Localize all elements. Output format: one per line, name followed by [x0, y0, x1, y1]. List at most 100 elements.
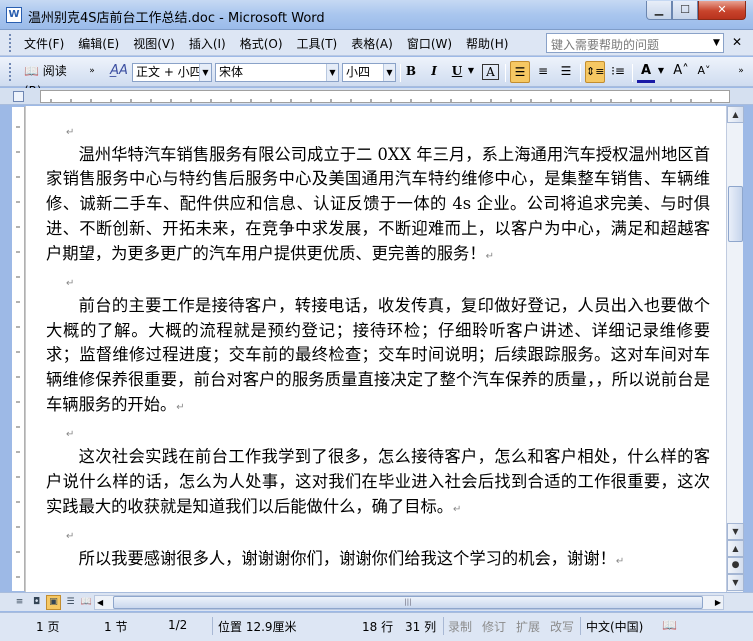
maximize-button[interactable]: ☐ — [672, 1, 698, 20]
status-extend[interactable]: 扩展 — [516, 618, 540, 635]
underline-button[interactable]: U — [449, 61, 465, 83]
empty-paragraph: ↵ — [46, 269, 710, 294]
help-search-input[interactable]: 键入需要帮助的问题 — [546, 33, 724, 53]
normal-view-icon[interactable]: ≡ — [12, 595, 27, 610]
paragraph-text: 这次社会实践在前台工作我学到了很多，怎么接待客户，怎么和客户相处，什么样的客户说… — [46, 447, 710, 516]
style-combo[interactable]: 正文 + 小四 ▼ — [132, 63, 212, 82]
empty-paragraph: ↵ — [46, 118, 710, 143]
bold-button[interactable]: B — [403, 61, 419, 83]
close-button[interactable]: ✕ — [698, 1, 746, 20]
status-language[interactable]: 中文(中国) — [586, 618, 643, 635]
paragraph-mark: ↵ — [66, 127, 75, 138]
browse-object-icon[interactable]: ● — [727, 557, 744, 574]
horizontal-scrollbar[interactable]: ◀ ||| ▶ — [94, 595, 724, 610]
paragraph-mark: ↵ — [66, 278, 75, 290]
status-divider — [212, 617, 213, 635]
scroll-up-icon[interactable]: ▲ — [727, 106, 744, 123]
menu-insert[interactable]: 插入(I) — [189, 35, 226, 52]
status-bar: 1 页 1 节 1/2 位置 12.9厘米 18 行 31 列 录制 修订 扩展… — [0, 612, 753, 641]
tab-selector-icon[interactable] — [13, 91, 24, 102]
paragraph-thanks[interactable]: 所以我要感谢很多人，谢谢谢你们，谢谢你们给我这个学习的机会，谢谢！↵ — [46, 547, 710, 575]
menubar-grip[interactable] — [9, 34, 13, 52]
scroll-down-icon[interactable]: ▼ — [727, 523, 744, 540]
paragraph-mark: ↵ — [66, 531, 75, 543]
vertical-ruler[interactable] — [12, 107, 25, 591]
menu-help[interactable]: 帮助(H) — [466, 35, 508, 52]
font-combo[interactable]: 宋体 ▼ — [215, 63, 339, 82]
menu-edit[interactable]: 编辑(E) — [78, 35, 119, 52]
shrink-font-button[interactable]: A˅ — [694, 61, 714, 83]
font-value: 宋体 — [219, 65, 244, 79]
line-spacing-button[interactable]: ⇕≡ — [585, 61, 605, 83]
print-view-icon[interactable]: ▣ — [46, 595, 61, 610]
empty-paragraph: ↵ — [46, 522, 710, 547]
status-page: 1 页 — [36, 620, 60, 634]
menu-view[interactable]: 视图(V) — [133, 35, 175, 52]
grow-font-icon: A˄ — [673, 63, 689, 78]
menu-file[interactable]: 文件(F) — [24, 35, 64, 52]
reading-view-icon[interactable]: 📖 — [79, 595, 94, 610]
menu-table[interactable]: 表格(A) — [351, 35, 393, 52]
status-overtype[interactable]: 改写 — [550, 618, 574, 635]
toolbar-options-icon[interactable]: » — [87, 61, 97, 83]
align-center-button[interactable]: ≡ — [533, 61, 553, 83]
menu-format[interactable]: 格式(O) — [240, 35, 283, 52]
reading-layout-button[interactable]: 📖 阅读(R) — [22, 61, 84, 98]
toolbar-grip[interactable] — [9, 63, 13, 81]
status-divider — [443, 617, 444, 635]
font-size-value: 小四 — [346, 65, 371, 79]
status-divider — [580, 617, 581, 635]
vertical-ruler-ticks — [16, 126, 20, 578]
justify-button[interactable]: ☰ — [510, 61, 530, 83]
chevron-down-icon[interactable]: ▼ — [326, 64, 338, 81]
status-track-changes[interactable]: 修订 — [482, 618, 506, 635]
help-dropdown-arrow-icon[interactable]: ▼ — [709, 33, 724, 53]
paragraph-front-desk-duties[interactable]: 前台的主要工作是接待客户，转接电话，收发传真，复印做好登记，人员出入也要做个大概… — [46, 294, 710, 421]
styles-pane-icon[interactable]: A̲A — [109, 61, 129, 83]
outline-view-icon[interactable]: ☰ — [63, 595, 78, 610]
style-value: 正文 + 小四 — [136, 65, 202, 79]
web-view-icon[interactable]: ◘ — [29, 595, 44, 610]
minimize-button[interactable]: ▁ — [646, 1, 672, 20]
horizontal-scroll-thumb[interactable]: ||| — [113, 596, 703, 609]
bullets-button[interactable]: ⁝≡ — [608, 61, 628, 83]
paragraph-company-intro[interactable]: 温州华特汽车销售服务有限公司成立于二 0XX 年三月，系上海通用汽车授权温州地区… — [46, 143, 710, 270]
font-color-dropdown-icon[interactable]: ▼ — [656, 61, 666, 83]
scroll-right-icon[interactable]: ▶ — [715, 596, 721, 609]
next-page-icon[interactable]: ▼ — [727, 574, 744, 591]
menu-tools[interactable]: 工具(T) — [297, 35, 338, 52]
toolbar-divider — [400, 64, 401, 82]
underline-dropdown-icon[interactable]: ▼ — [466, 61, 476, 83]
vertical-scrollbar[interactable]: ▲ ▼ ▲ ● ▼ — [726, 106, 744, 592]
scroll-left-icon[interactable]: ◀ — [97, 596, 103, 609]
align-right-button[interactable]: ☰ — [556, 61, 576, 83]
toolbar-divider — [580, 64, 581, 82]
status-column: 31 列 — [405, 620, 437, 634]
book-icon: 📖 — [24, 64, 39, 78]
font-size-combo[interactable]: 小四 ▼ — [342, 63, 396, 82]
horizontal-ruler[interactable] — [40, 90, 730, 103]
document-page[interactable]: ↵ 温州华特汽车销售服务有限公司成立于二 0XX 年三月，系上海通用汽车授权温州… — [46, 118, 710, 575]
justify-icon: ☰ — [514, 65, 526, 79]
paragraph-mark: ↵ — [485, 250, 494, 262]
character-border-button[interactable]: A — [482, 64, 499, 80]
spelling-status-icon[interactable]: 📖 — [662, 618, 677, 632]
vertical-scroll-thumb[interactable] — [728, 186, 743, 242]
chevron-down-icon[interactable]: ▼ — [199, 64, 211, 81]
font-color-button[interactable]: A — [637, 61, 655, 83]
previous-page-icon[interactable]: ▲ — [727, 540, 744, 557]
paragraph-practice-gains[interactable]: 这次社会实践在前台工作我学到了很多，怎么接待客户，怎么和客户相处，什么样的客户说… — [46, 445, 710, 522]
document-area[interactable]: ↵ 温州华特汽车销售服务有限公司成立于二 0XX 年三月，系上海通用汽车授权温州… — [25, 106, 726, 592]
grow-font-button[interactable]: A˄ — [671, 61, 691, 83]
chevron-down-icon[interactable]: ▼ — [383, 64, 395, 81]
status-record[interactable]: 录制 — [448, 618, 472, 635]
empty-paragraph: ↵ — [46, 420, 710, 445]
italic-button[interactable]: I — [426, 61, 442, 83]
paragraph-mark: ↵ — [453, 503, 462, 515]
toolbar-options-icon[interactable]: » — [735, 61, 747, 83]
document-close-icon[interactable]: ✕ — [732, 35, 742, 49]
toolbar-divider — [505, 64, 506, 82]
horizontal-scroll-row: ≡ ◘ ▣ ☰ 📖 ◀ ||| ▶ — [0, 592, 753, 611]
menu-window[interactable]: 窗口(W) — [407, 35, 452, 52]
title-bar: W 温州别克4S店前台工作总结.doc - Microsoft Word ▁ ☐… — [0, 0, 753, 30]
